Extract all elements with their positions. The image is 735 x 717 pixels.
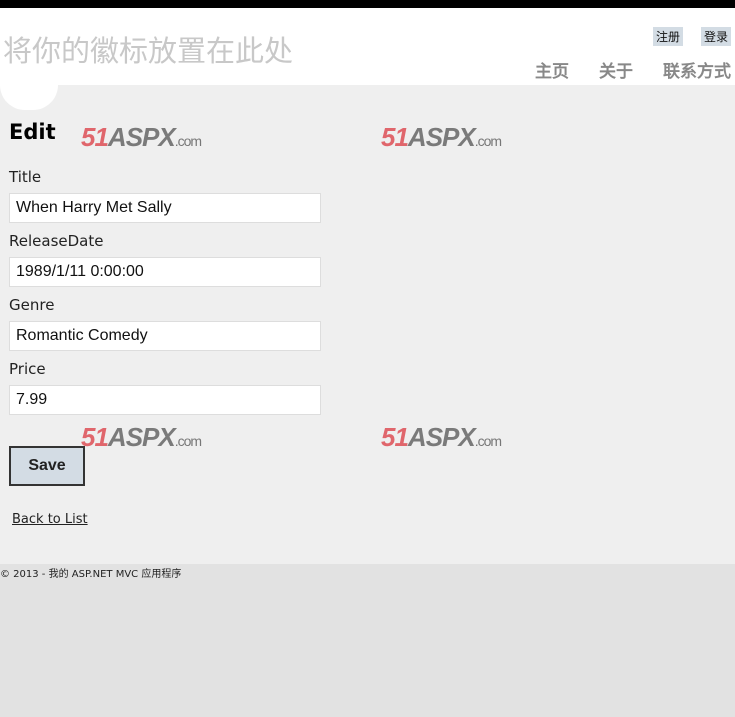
- save-button[interactable]: Save: [9, 446, 85, 486]
- nav-contact[interactable]: 联系方式: [663, 57, 731, 82]
- price-label: Price: [9, 360, 46, 378]
- releasedate-input[interactable]: [9, 257, 321, 287]
- price-input[interactable]: [9, 385, 321, 415]
- top-bar: [0, 0, 735, 8]
- login-links: 注册 登录: [652, 27, 731, 46]
- genre-input[interactable]: [9, 321, 321, 351]
- nav-about[interactable]: 关于: [599, 57, 633, 82]
- watermark-logo: 51ASPX.com: [81, 422, 202, 452]
- watermark-logo: 51ASPX.com: [381, 422, 502, 452]
- login-link[interactable]: 登录: [700, 27, 731, 46]
- register-link[interactable]: 注册: [652, 27, 683, 46]
- page-title: Edit: [9, 120, 56, 144]
- nav-menu: 主页 关于 联系方式: [535, 57, 731, 82]
- header: 将你的徽标放置在此处 注册 登录 主页 关于 联系方式: [0, 8, 735, 85]
- title-label: Title: [9, 168, 42, 186]
- title-input[interactable]: [9, 193, 321, 223]
- site-title[interactable]: 将你的徽标放置在此处: [3, 28, 293, 70]
- genre-label: Genre: [9, 296, 55, 314]
- footer-copyright: © 2013 - 我的 ASP.NET MVC 应用程序: [0, 569, 182, 580]
- wm-aspx: ASPX: [107, 122, 176, 152]
- watermark-logo: 51ASPX.com: [381, 122, 502, 152]
- nav-home[interactable]: 主页: [535, 57, 569, 82]
- wm-com: .com: [174, 133, 202, 149]
- back-to-list-link[interactable]: Back to List: [12, 512, 88, 527]
- watermark-logo: 51ASPX.com: [81, 122, 202, 153]
- wm-num: 51: [81, 122, 109, 152]
- releasedate-label: ReleaseDate: [9, 232, 104, 250]
